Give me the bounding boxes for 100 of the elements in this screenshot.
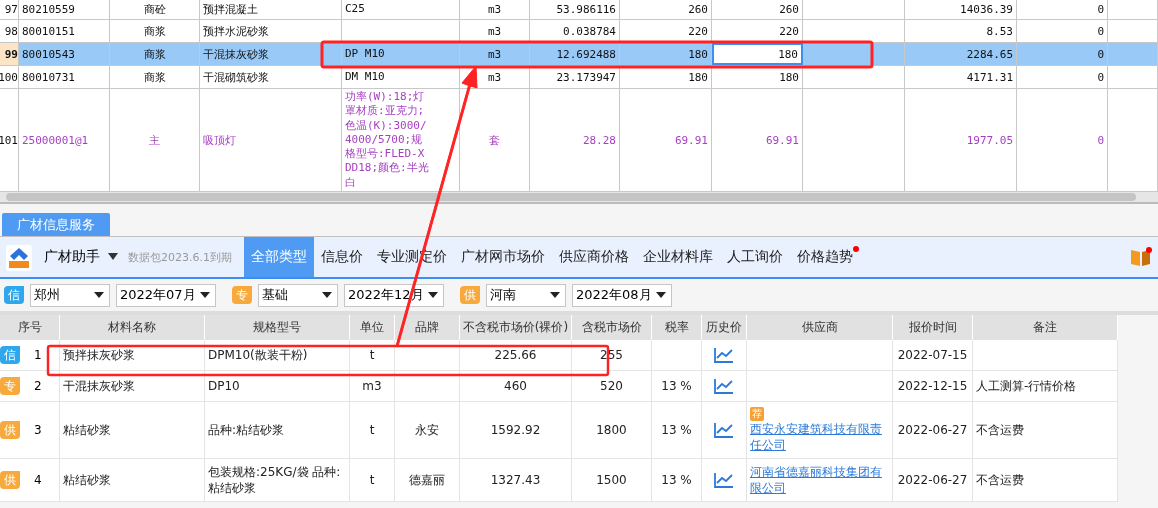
table-cell: 商砼 — [110, 0, 200, 19]
table-cell: 人工测算-行情价格 — [973, 371, 1118, 401]
table-cell: 28.28 — [530, 89, 620, 191]
row-number: 1 — [34, 348, 42, 362]
table-cell: 520 — [572, 371, 652, 401]
source-badge: 信 — [0, 346, 20, 364]
table-cell: m3 — [460, 20, 530, 42]
table-cell: 4171.31 — [905, 66, 1017, 88]
table-row[interactable]: 98 80010151 商浆 预拌水泥砂浆 m3 0.038784 220 220 8.53 0 — [0, 20, 1158, 43]
dropdown-arrow-icon — [94, 292, 104, 298]
table-cell: 13 % — [652, 402, 702, 458]
dropdown-arrow-icon — [200, 292, 210, 298]
table-cell: 1327.43 — [460, 458, 572, 502]
table-cell: m3 — [460, 0, 530, 19]
region-select[interactable]: 郑州 — [30, 283, 110, 307]
table-cell: 2022-12-15 — [893, 371, 973, 401]
app-name: 广材助手 — [44, 247, 100, 266]
row-number: 100 — [0, 66, 19, 88]
trend-chart-icon[interactable] — [714, 472, 734, 489]
caret-icon[interactable] — [108, 253, 118, 261]
column-header: 序号 — [0, 315, 60, 340]
editing-cell[interactable]: 180 — [712, 43, 803, 65]
column-header: 材料名称 — [60, 315, 205, 340]
table-cell: 2022-06-27 — [893, 402, 973, 458]
trend-chart-icon[interactable] — [714, 421, 734, 438]
table-row[interactable]: 100 80010731 商浆 干混砌筑砂浆 DM M10 m3 23.173947 180 180 4171.31 0 — [0, 66, 1158, 89]
table-cell: 260 — [712, 0, 803, 19]
table-cell: 220 — [712, 20, 803, 42]
table-row[interactable]: 97 80210559 商砼 预拌混凝土 C25 m3 53.986116 260 260 14036.39 0 — [0, 0, 1158, 20]
table-cell: 干混砌筑砂浆 — [200, 66, 342, 88]
region-select[interactable]: 基础 — [258, 283, 338, 307]
dropdown-arrow-icon — [428, 292, 438, 298]
dropdown-arrow-icon — [656, 292, 666, 298]
table-row[interactable]: 101 25000001@1 主 吸顶灯 功率(W):18;灯罩材质:亚克力;色温(K):3000/4000/5700;规格型号:FLED-XDD18;颜色:半光白 套 28.28 69.91 69.91 1977.05 0 — [0, 89, 1158, 192]
table-cell: 220 — [620, 20, 712, 42]
table-cell: 0 — [1017, 0, 1108, 19]
trend-chart-icon[interactable] — [714, 378, 734, 394]
recommended-badge: 荐 — [750, 407, 764, 421]
row-number: 2 — [34, 379, 42, 393]
period-select[interactable]: 2022年07月 — [116, 283, 216, 307]
supplier-link[interactable]: 西安永安建筑科技有限责任公司 — [750, 420, 889, 453]
table-cell: 180 — [620, 66, 712, 88]
nav-tab[interactable]: 价格趋势 — [790, 237, 860, 277]
table-cell: 69.91 — [620, 89, 712, 191]
trend-chart-icon[interactable] — [714, 347, 734, 363]
table-cell: DM M10 — [342, 66, 460, 88]
nav-tab[interactable]: 人工询价 — [720, 237, 790, 277]
book-icon[interactable] — [1130, 246, 1152, 268]
table-cell: 0 — [1017, 89, 1108, 191]
nav-tab[interactable]: 广材网市场价 — [454, 237, 552, 277]
table-cell: 干混抹灰砂浆 — [60, 371, 205, 401]
source-badge: 供 — [0, 420, 20, 439]
table-cell: C25 — [342, 0, 460, 19]
table-cell: 0 — [1017, 66, 1108, 88]
row-number: 3 — [34, 422, 42, 437]
column-header: 规格型号 — [205, 315, 350, 340]
table-cell: 2284.65 — [905, 43, 1017, 65]
row-number: 4 — [34, 473, 42, 488]
nav-tab[interactable]: 信息价 — [314, 237, 370, 277]
table-cell: 14036.39 — [905, 0, 1017, 19]
column-header: 含税市场价 — [572, 315, 652, 340]
table-cell: 80010731 — [19, 66, 110, 88]
table-cell: t — [350, 402, 395, 458]
table-cell: t — [350, 340, 395, 370]
source-badge: 供 — [460, 286, 480, 304]
source-badge: 信 — [4, 286, 24, 304]
table-row[interactable]: 99 80010543 商浆 干混抹灰砂浆 DP M10 m3 12.692488 180 180 2284.65 0 — [0, 43, 1158, 66]
period-select[interactable]: 2022年12月 — [344, 283, 444, 307]
region-select[interactable]: 河南 — [486, 283, 566, 307]
expiry-label: 数据包2023.6.1到期 — [128, 249, 232, 266]
column-header: 历史价 — [702, 315, 747, 340]
nav-tab[interactable]: 企业材料库 — [636, 237, 720, 277]
table-cell: 商浆 — [110, 66, 200, 88]
table-cell: 商浆 — [110, 43, 200, 65]
table-cell: 80010543 — [19, 43, 110, 65]
horizontal-scrollbar[interactable] — [0, 192, 1158, 204]
table-cell: 225.66 — [460, 340, 572, 370]
table-cell: 13 % — [652, 371, 702, 401]
table-cell: DP10 — [205, 371, 350, 401]
table-cell: 13 % — [652, 458, 702, 502]
table-cell: t — [350, 458, 395, 502]
dropdown-arrow-icon — [322, 292, 332, 298]
nav-tab[interactable]: 供应商价格 — [552, 237, 636, 277]
period-select[interactable]: 2022年08月 — [572, 283, 672, 307]
table-cell: 不含运费 — [973, 458, 1118, 502]
table-cell: 主 — [110, 89, 200, 191]
column-header: 备注 — [973, 315, 1118, 340]
table-cell: 69.91 — [712, 89, 803, 191]
table-cell: 80010151 — [19, 20, 110, 42]
table-cell: 53.986116 — [530, 0, 620, 19]
column-header: 报价时间 — [893, 315, 973, 340]
table-cell: 预拌水泥砂浆 — [200, 20, 342, 42]
table-cell: 23.173947 — [530, 66, 620, 88]
table-cell: 8.53 — [905, 20, 1017, 42]
table-cell: 粘结砂浆 — [60, 402, 205, 458]
source-badge: 专 — [232, 286, 252, 304]
table-cell: 460 — [460, 371, 572, 401]
supplier-link[interactable]: 河南省德嘉丽科技集团有限公司 — [750, 463, 889, 497]
table-cell: m3 — [460, 43, 530, 65]
dropdown-arrow-icon — [550, 292, 560, 298]
